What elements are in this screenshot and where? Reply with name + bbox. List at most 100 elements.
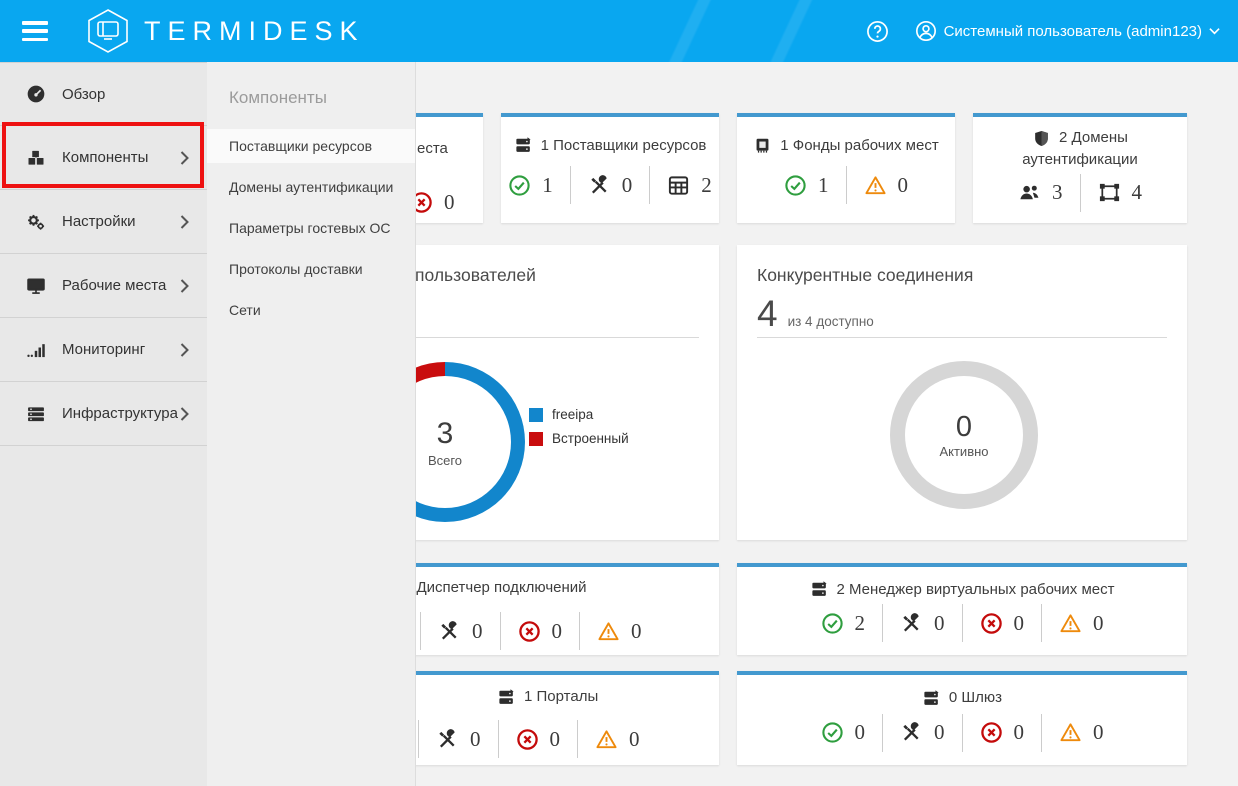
users-icon: [1018, 181, 1041, 204]
card-title-fragment: еста: [417, 139, 448, 159]
stat-errors: 0: [962, 604, 1042, 642]
connections-ring-chart: 0 Активно: [890, 361, 1038, 509]
stat-maintenance: 0: [882, 604, 962, 642]
chevron-right-icon: [180, 215, 189, 229]
legend-swatch-builtin: [529, 432, 543, 446]
sidebar-item-settings[interactable]: Настройки: [0, 190, 207, 254]
stat-ok: 1: [491, 166, 570, 204]
sidebar-item-workplaces[interactable]: Рабочие места: [0, 254, 207, 318]
stat-warnings: 0: [846, 166, 926, 204]
components-submenu-panel: Компоненты Поставщики ресурсов Домены ау…: [207, 62, 416, 786]
chevron-right-icon: [180, 151, 189, 165]
help-icon[interactable]: [866, 20, 889, 43]
app-window: TERMIDESK Системный пользователь (admin1…: [0, 0, 1238, 786]
card-title: 1 Диспетчер подключений: [404, 578, 587, 598]
server-icon: [497, 688, 516, 707]
table-grid-icon: [667, 174, 690, 197]
stat-warnings: 0: [579, 612, 659, 650]
sidebar-item-label: Мониторинг: [62, 341, 145, 358]
shield-icon: [1032, 129, 1051, 148]
sidebar-item-label: Рабочие места: [62, 277, 166, 294]
connections-available: 4 из 4 доступно: [757, 293, 874, 335]
card-title: 1 Порталы: [497, 687, 598, 707]
stat-maintenance: 0: [418, 720, 498, 758]
object-group-icon: [1098, 181, 1121, 204]
chevron-right-icon: [180, 343, 189, 357]
card-stats: 2 0 0: [804, 604, 1121, 642]
submenu-item-resource-providers[interactable]: Поставщики ресурсов: [207, 129, 415, 163]
warning-triangle-icon: [864, 174, 887, 197]
stat-warnings: 0: [1041, 714, 1121, 752]
check-circle-icon: [508, 174, 531, 197]
card-stats: 1 0: [491, 166, 729, 204]
sidebar-item-components[interactable]: Компоненты: [0, 126, 207, 190]
error-circle-icon: [516, 728, 539, 751]
stat-errors: 0: [962, 714, 1042, 752]
dashboard-icon: [24, 84, 48, 104]
card-title: 2 Менеджер виртуальных рабочих мест: [810, 580, 1115, 600]
cubes-icon: [24, 148, 48, 168]
stat-ok: 0: [804, 714, 883, 752]
card-resource-providers: 1 Поставщики ресурсов 1: [501, 113, 719, 223]
card-stats: 0 0 0: [804, 714, 1121, 752]
donut-total-label: Всего: [428, 453, 462, 468]
brand-logo: TERMIDESK: [86, 8, 365, 54]
stat-ok: 2: [804, 604, 883, 642]
stat-pools: 2: [649, 166, 729, 204]
stat-warnings: 0: [1041, 604, 1121, 642]
submenu-item-delivery-protocols[interactable]: Протоколы доставки: [207, 252, 415, 286]
available-value: 4: [757, 293, 778, 335]
check-circle-icon: [784, 174, 807, 197]
card-title: 0 Шлюз: [922, 688, 1002, 708]
submenu-item-guest-os-params[interactable]: Параметры гостевых ОС: [207, 211, 415, 245]
logo-hexagon-icon: [86, 8, 130, 54]
user-name-label: Системный пользователь (admin123): [944, 23, 1202, 40]
sidebar-item-infrastructure[interactable]: Инфраструктура: [0, 382, 207, 446]
card-title: Конкурентные соединения: [757, 265, 973, 286]
ring-value: 0: [956, 411, 972, 444]
stat-errors: 0: [500, 612, 580, 650]
card-vdi-manager: 2 Менеджер виртуальных рабочих мест 2: [737, 563, 1187, 655]
stat-warnings: 0: [577, 720, 657, 758]
stat-maintenance: 0: [420, 612, 500, 650]
stat-errors: 0: [498, 720, 578, 758]
error-circle-icon: [980, 721, 1003, 744]
legend-item: freeipa: [529, 407, 629, 422]
brand-title: TERMIDESK: [144, 16, 365, 47]
sidebar-item-label: Компоненты: [62, 149, 148, 166]
stat-groups: 4: [1080, 174, 1160, 212]
caret-down-icon: [1209, 27, 1220, 35]
submenu-item-networks[interactable]: Сети: [207, 293, 415, 327]
hamburger-menu-button[interactable]: [22, 21, 48, 41]
sidebar-item-overview[interactable]: Обзор: [0, 62, 207, 126]
card-concurrent-connections: Конкурентные соединения 4 из 4 доступно …: [737, 245, 1187, 540]
topbar: TERMIDESK Системный пользователь (admin1…: [0, 0, 1238, 62]
card-title: 1 Поставщики ресурсов: [514, 136, 707, 156]
card-gateway: 0 Шлюз 0 0: [737, 671, 1187, 765]
microchip-icon: [753, 136, 772, 155]
sidebar-item-label: Настройки: [62, 213, 136, 230]
tools-icon: [588, 174, 611, 197]
servers-icon: [24, 404, 48, 424]
user-menu[interactable]: Системный пользователь (admin123): [915, 20, 1220, 42]
card-workplace-pools: 1 Фонды рабочих мест 1 0: [737, 113, 955, 223]
sidebar-item-monitoring[interactable]: Мониторинг: [0, 318, 207, 382]
warning-triangle-icon: [597, 620, 620, 643]
tools-icon: [900, 721, 923, 744]
users-donut-legend: freeipa Встроенный: [529, 407, 629, 455]
server-icon: [514, 136, 533, 155]
card-title: 2 Домены аутентификации: [1022, 128, 1138, 171]
chevron-right-icon: [180, 279, 189, 293]
tools-icon: [438, 620, 461, 643]
ring-label: Активно: [939, 444, 988, 459]
tools-icon: [900, 612, 923, 635]
sidebar-item-label: Обзор: [62, 86, 105, 103]
divider: [757, 337, 1167, 338]
server-icon: [922, 689, 941, 708]
submenu-item-auth-domains[interactable]: Домены аутентификации: [207, 170, 415, 204]
available-label: из 4 доступно: [788, 314, 874, 329]
card-title: 1 Фонды рабочих мест: [753, 136, 938, 156]
user-avatar-icon: [915, 20, 937, 42]
desktop-icon: [24, 276, 48, 296]
users-card-title-fragment: пользователей: [415, 265, 536, 286]
